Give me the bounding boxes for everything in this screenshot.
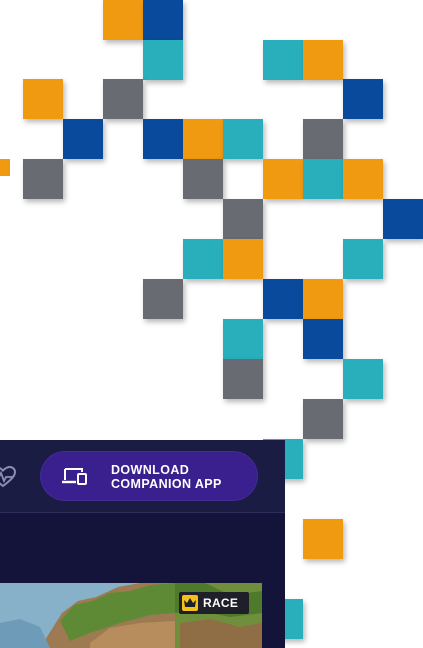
decorative-tile-teal (223, 119, 263, 159)
crown-icon (184, 598, 196, 607)
decorative-tile-teal (263, 40, 303, 80)
decorative-tile-teal (143, 40, 183, 80)
decorative-tile-orange (223, 239, 263, 279)
decorative-tile-gray (183, 159, 223, 199)
download-label-line2: COMPANION APP (111, 477, 222, 491)
race-badge-label: RACE (203, 596, 239, 610)
decorative-tile-orange (263, 159, 303, 199)
decorative-tile-gray (303, 399, 343, 439)
decorative-tile-gray (143, 279, 183, 319)
decorative-tile-teal (343, 359, 383, 399)
decorative-tile-teal (223, 319, 263, 359)
download-button-label: DOWNLOAD COMPANION APP (111, 463, 251, 491)
decorative-tile-blue (143, 119, 183, 159)
app-header: DOWNLOAD COMPANION APP (0, 440, 285, 513)
decorative-tile-teal (343, 239, 383, 279)
decorative-tile-gray (23, 159, 63, 199)
decorative-tile-orange (303, 519, 343, 559)
download-companion-app-button[interactable]: DOWNLOAD COMPANION APP (40, 451, 258, 501)
decorative-tile-orange (303, 279, 343, 319)
decorative-tile-blue (343, 79, 383, 119)
decorative-tile-orange (23, 79, 63, 119)
decorative-tile-blue (303, 319, 343, 359)
crown-badge-box (182, 595, 198, 611)
decorative-tile-orange (103, 0, 143, 40)
decorative-tile-teal (183, 239, 223, 279)
decorative-tile-orange (0, 159, 10, 176)
decorative-tile-blue (143, 0, 183, 40)
decorative-tile-blue (263, 279, 303, 319)
heart-pulse-icon[interactable] (0, 466, 16, 488)
decorative-tile-gray (303, 119, 343, 159)
decorative-tile-teal (303, 159, 343, 199)
decorative-tile-blue (383, 199, 423, 239)
download-label-line1: DOWNLOAD (111, 463, 190, 477)
decorative-tile-gray (103, 79, 143, 119)
app-window: DOWNLOAD COMPANION APP RACE (0, 440, 285, 648)
race-badge[interactable]: RACE (179, 592, 249, 614)
devices-icon (62, 468, 87, 485)
promo-canvas: DOWNLOAD COMPANION APP RACE (0, 0, 423, 648)
decorative-tile-gray (223, 359, 263, 399)
decorative-tile-orange (303, 40, 343, 80)
decorative-tile-orange (343, 159, 383, 199)
decorative-tile-blue (63, 119, 103, 159)
decorative-tile-gray (223, 199, 263, 239)
decorative-tile-orange (183, 119, 223, 159)
